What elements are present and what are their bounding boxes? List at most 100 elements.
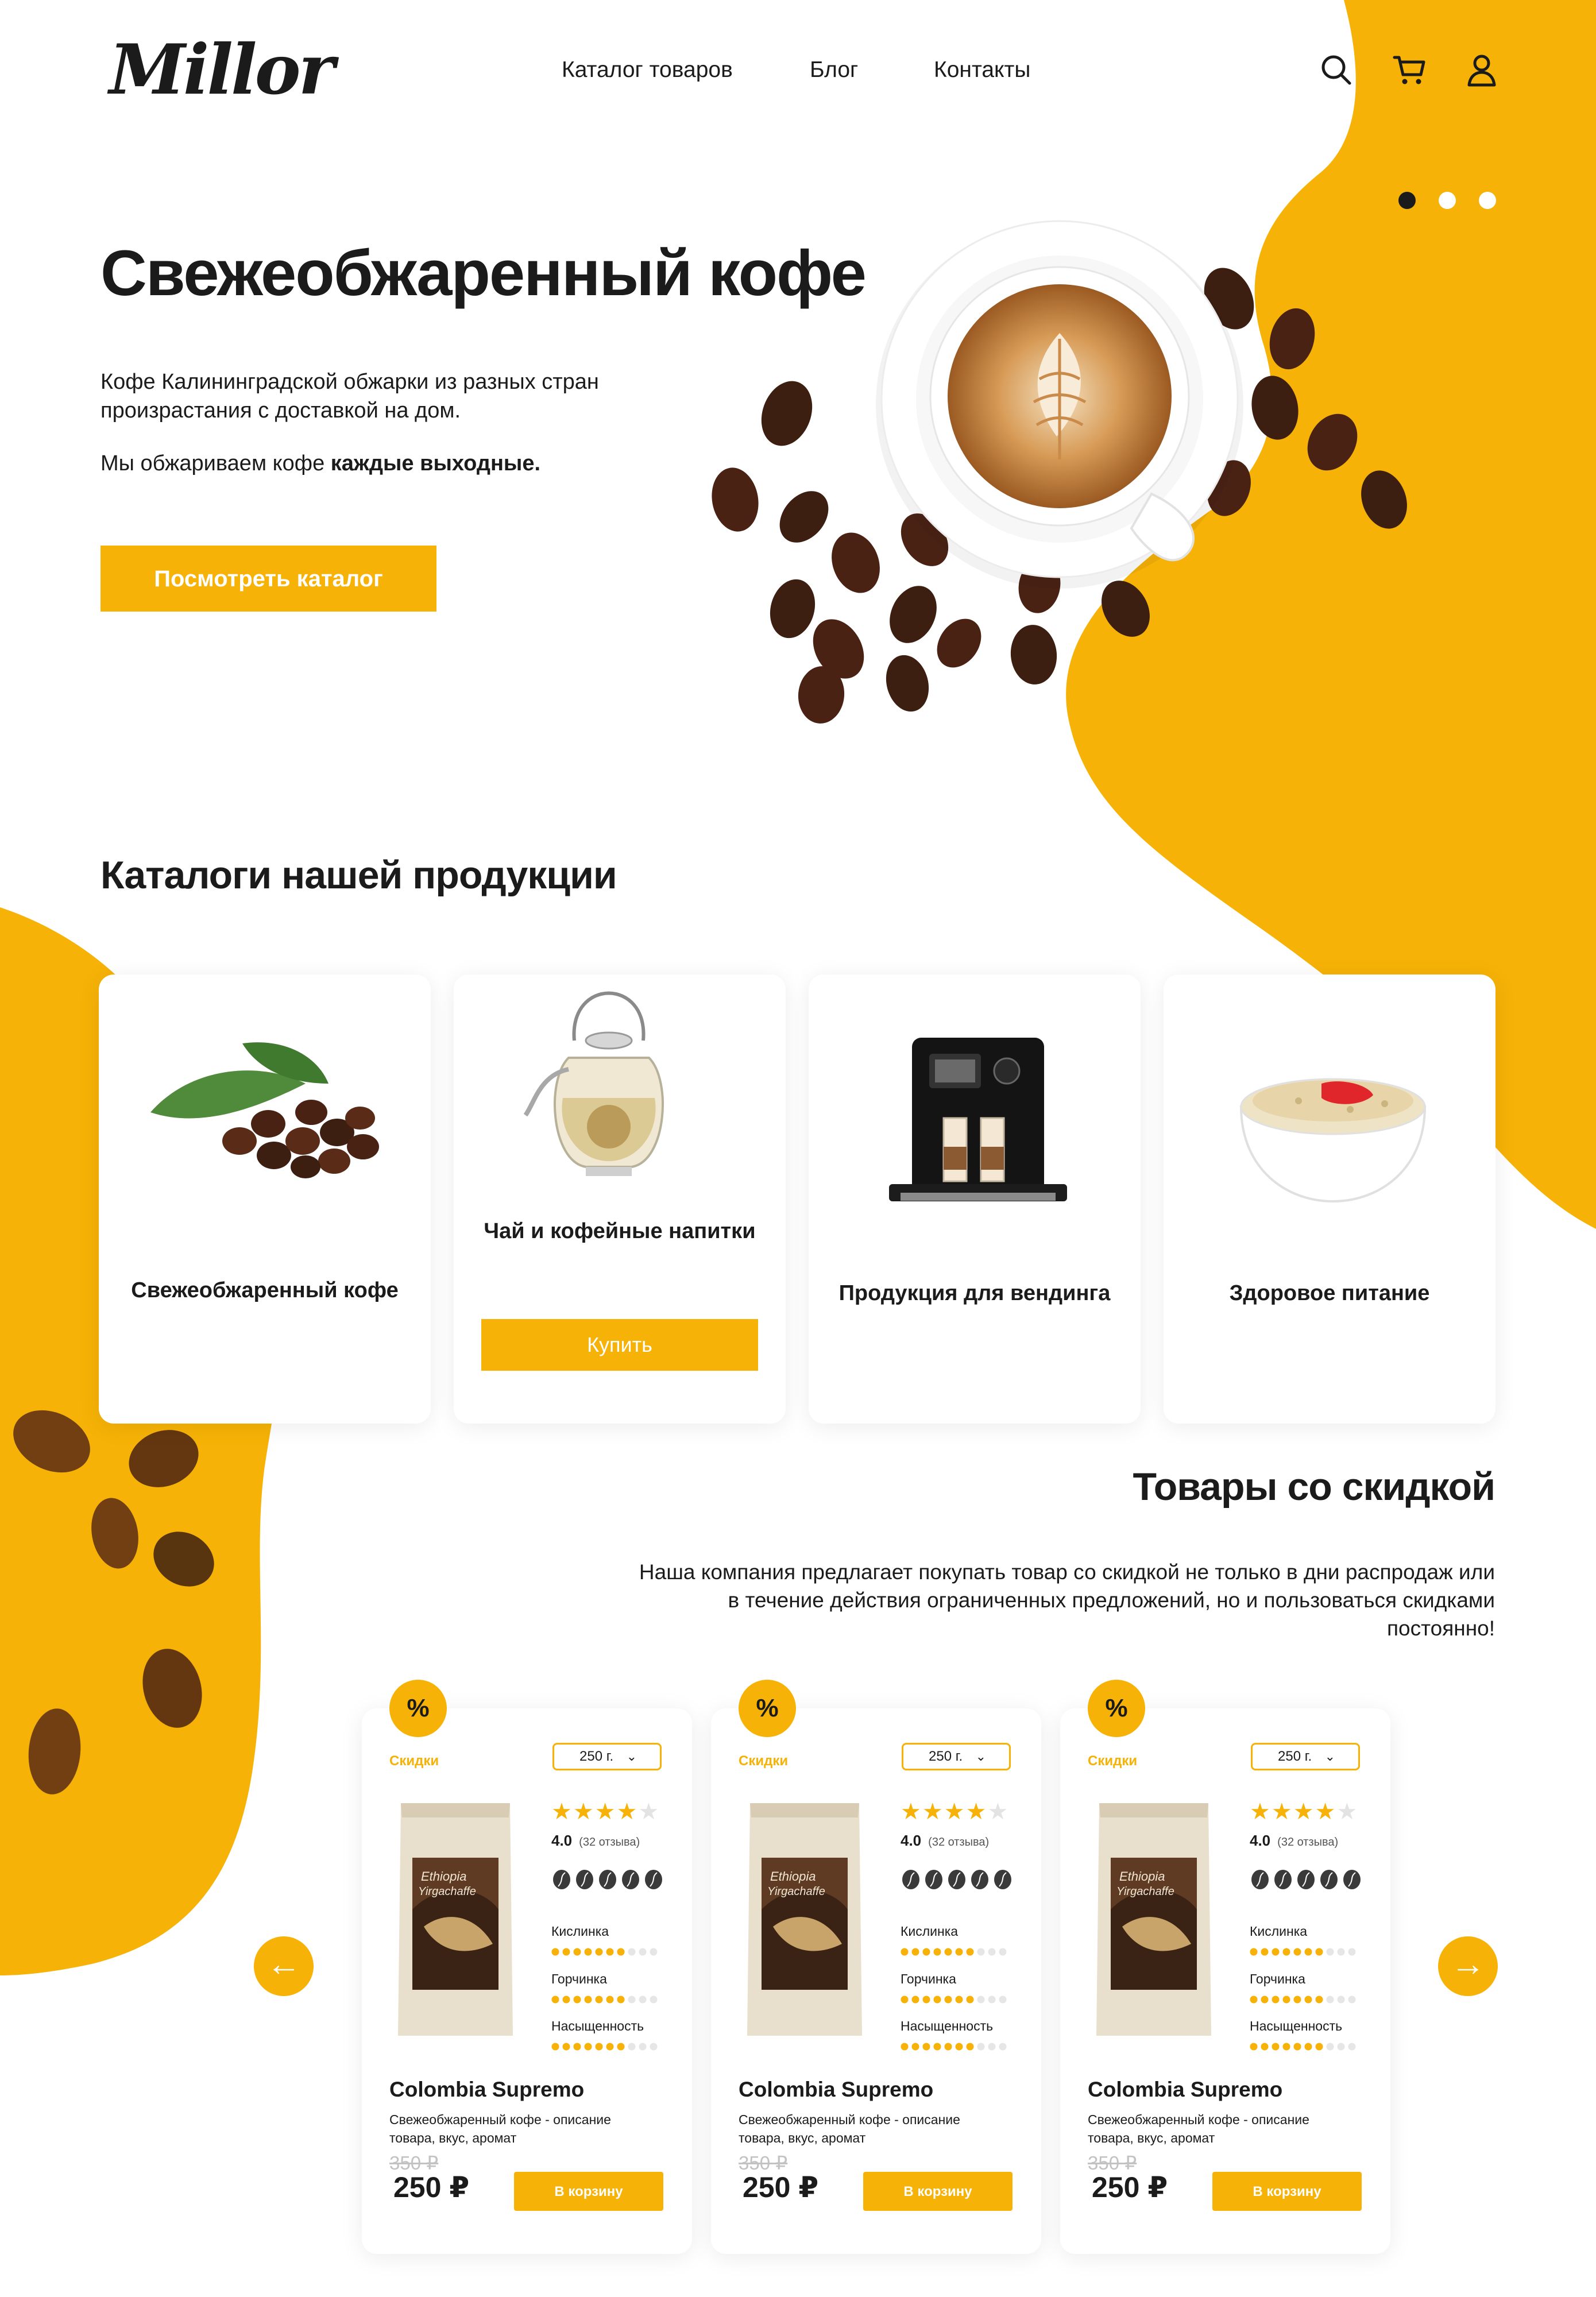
coffee-bag-image: Ethiopia Yirgachaffe [1096, 1803, 1211, 2036]
nav-blog[interactable]: Блог [810, 57, 858, 83]
metric-dot [551, 1948, 559, 1956]
star-icon: ★ [1336, 1799, 1359, 1824]
metric-dot [966, 1948, 974, 1956]
metric-dot [551, 2043, 559, 2051]
metric-dot [628, 1948, 636, 1956]
metric-dot [955, 1996, 963, 2004]
metric-dot [977, 1948, 985, 1956]
metric-dot [1337, 1948, 1345, 1956]
star-icon: ★ [1315, 1799, 1337, 1824]
weight-select[interactable]: 250 г. ⌄ [1251, 1743, 1360, 1770]
catalog-card-healthy[interactable]: Здоровое питание [1164, 975, 1495, 1424]
rating-value: 4.0 (32 отзыва) [1250, 1832, 1338, 1850]
nav-catalog[interactable]: Каталог товаров [562, 57, 733, 83]
bag-label-line2: Yirgachaffe [418, 1885, 476, 1898]
metric-label: Горчинка [551, 1971, 607, 1986]
rating-value: 4.0 (32 отзыва) [901, 1832, 989, 1850]
review-count: (32 отзыва) [579, 1836, 640, 1849]
metric-dot [999, 2043, 1007, 2051]
add-to-cart-button[interactable]: В корзину [1212, 2172, 1362, 2211]
cart-icon[interactable] [1391, 52, 1428, 88]
catalog-card-coffee[interactable]: Свежеобжаренный кофе [99, 975, 431, 1424]
product-description: Свежеобжаренный кофе - описание товара, … [389, 2112, 611, 2145]
star-icon: ★ [965, 1799, 988, 1824]
discount-badge: % [1088, 1680, 1145, 1737]
metric-dot [1261, 2043, 1269, 2051]
logo[interactable]: Millor [109, 36, 335, 105]
metric-dot [1348, 2043, 1356, 2051]
view-catalog-button[interactable]: Посмотреть каталог [101, 546, 436, 612]
product-name: Colombia Supremo [1088, 2078, 1283, 2101]
product-card[interactable]: % Скидки 250 г. ⌄ Ethiopia Yirgachaffe ★★★★… [362, 1680, 692, 2254]
buy-button[interactable]: Купить [481, 1319, 758, 1371]
user-icon[interactable] [1463, 52, 1500, 88]
catalog-card-label: Продукция для вендинга [838, 1281, 1111, 1305]
metric-label: Кислинка [901, 1924, 959, 1939]
catalog-card-vending[interactable]: Продукция для вендинга [809, 975, 1141, 1424]
metric-rating-dots [901, 2043, 1007, 2051]
star-icon: ★ [638, 1799, 660, 1824]
metric-dot [1272, 2043, 1280, 2051]
metric-dot [617, 1948, 625, 1956]
catalog-section-title: Каталоги нашей продукции [101, 853, 617, 897]
metric-dot [628, 2043, 636, 2051]
metric-dot [977, 1996, 985, 2004]
metric-dot [955, 1948, 963, 1956]
metric-dot [639, 1948, 647, 1956]
metric-dot [1326, 2043, 1334, 2051]
star-icon: ★ [944, 1799, 966, 1824]
metric-dot [1293, 2043, 1301, 2051]
metric-dot [650, 1948, 658, 1956]
metric-dot [1250, 1948, 1258, 1956]
coffee-beans-image [150, 1042, 379, 1178]
catalog-card-tea[interactable]: Чай и кофейные напитки Купить [454, 975, 786, 1424]
review-count: (32 отзыва) [928, 1836, 990, 1849]
add-to-cart-button[interactable]: В корзину [863, 2172, 1013, 2211]
metric-dot [628, 1996, 636, 2004]
metric-dot [922, 1948, 930, 1956]
metric-dot [1272, 1996, 1280, 2004]
slider-dot-3[interactable] [1479, 192, 1496, 209]
metric-dot [944, 1996, 952, 2004]
metric-label: Насыщенность [1250, 2018, 1343, 2033]
carousel-prev-button[interactable]: ← [254, 1936, 314, 1996]
discount-badge: % [739, 1680, 796, 1737]
metric-dot [595, 1948, 603, 1956]
metric-rating-dots [551, 1948, 658, 1956]
catalog-card-label: Здоровое питание [1229, 1281, 1430, 1305]
metric-dot [933, 2043, 941, 2051]
metric-dot [606, 1996, 614, 2004]
metric-dot [977, 2043, 985, 2051]
metric-dot [617, 2043, 625, 2051]
metric-dot [1304, 1948, 1312, 1956]
metric-dot [988, 1948, 996, 1956]
product-card[interactable]: % Скидки 250 г. ⌄ Ethiopia Yirgachaffe ★★★★… [1060, 1680, 1390, 2254]
metric-dot [1326, 1948, 1334, 1956]
weight-select[interactable]: 250 г. ⌄ [902, 1743, 1011, 1770]
metric-dot [1250, 2043, 1258, 2051]
weight-select[interactable]: 250 г. ⌄ [552, 1743, 662, 1770]
metric-dot [1282, 1996, 1290, 2004]
discount-tag: Скидки [389, 1753, 439, 1769]
add-to-cart-button[interactable]: В корзину [514, 2172, 663, 2211]
star-icon: ★ [1293, 1799, 1315, 1824]
metric-dot [966, 1996, 974, 2004]
metric-dot [639, 2043, 647, 2051]
bag-label-line2: Yirgachaffe [767, 1885, 825, 1898]
search-icon[interactable] [1318, 52, 1355, 88]
discount-tag: Скидки [1088, 1753, 1138, 1769]
nav-contacts[interactable]: Контакты [934, 57, 1030, 83]
metric-dot [1348, 1996, 1356, 2004]
star-icon: ★ [616, 1799, 639, 1824]
metric-dot [639, 1996, 647, 2004]
slider-dot-2[interactable] [1439, 192, 1456, 209]
metric-dot [584, 1996, 592, 2004]
metric-dot [999, 1948, 1007, 1956]
metric-dot [1293, 1948, 1301, 1956]
catalog-card-label: Свежеобжаренный кофе [131, 1278, 399, 1302]
product-card[interactable]: % Скидки 250 г. ⌄ Ethiopia Yirgachaffe ★★★★… [711, 1680, 1041, 2254]
hero-roast-note-plain: Мы обжариваем кофе [101, 451, 331, 475]
metric-dot [988, 1996, 996, 2004]
carousel-next-button[interactable]: → [1438, 1936, 1498, 1996]
metric-dot [1326, 1996, 1334, 2004]
